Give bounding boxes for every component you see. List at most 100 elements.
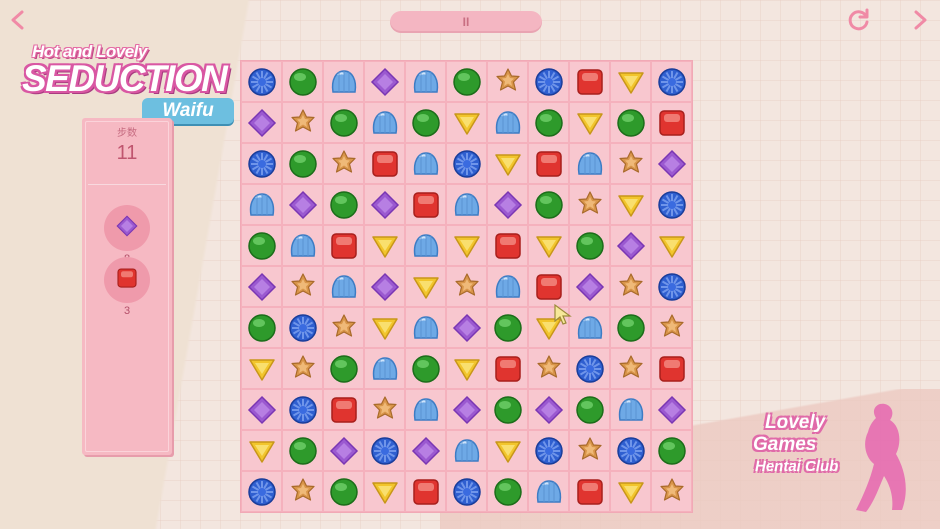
board-cell[interactable] <box>528 102 569 143</box>
board-cell[interactable] <box>487 61 528 102</box>
board-cell[interactable] <box>323 348 364 389</box>
board-cell[interactable] <box>364 389 405 430</box>
board-cell[interactable] <box>651 225 692 266</box>
board-cell[interactable] <box>610 225 651 266</box>
board-cell[interactable] <box>241 430 282 471</box>
board-cell[interactable] <box>282 61 323 102</box>
board-cell[interactable] <box>241 471 282 512</box>
board-cell[interactable] <box>282 266 323 307</box>
pause-button[interactable]: II <box>390 11 542 33</box>
board-cell[interactable] <box>651 471 692 512</box>
board-cell[interactable] <box>610 430 651 471</box>
board-cell[interactable] <box>405 389 446 430</box>
board-cell[interactable] <box>610 307 651 348</box>
board-cell[interactable] <box>405 471 446 512</box>
board-cell[interactable] <box>651 266 692 307</box>
board-cell[interactable] <box>446 102 487 143</box>
board-cell[interactable] <box>569 102 610 143</box>
board-cell[interactable] <box>610 348 651 389</box>
board-cell[interactable] <box>528 143 569 184</box>
board-cell[interactable] <box>446 430 487 471</box>
board-cell[interactable] <box>446 225 487 266</box>
board-cell[interactable] <box>569 348 610 389</box>
board-cell[interactable] <box>651 307 692 348</box>
board-cell[interactable] <box>651 348 692 389</box>
board-cell[interactable] <box>282 225 323 266</box>
board-cell[interactable] <box>323 61 364 102</box>
board-cell[interactable] <box>405 143 446 184</box>
board-cell[interactable] <box>323 266 364 307</box>
board-cell[interactable] <box>364 225 405 266</box>
board-cell[interactable] <box>528 389 569 430</box>
restart-button[interactable] <box>845 6 873 34</box>
board-cell[interactable] <box>446 184 487 225</box>
board-cell[interactable] <box>364 266 405 307</box>
board-cell[interactable] <box>487 307 528 348</box>
board-cell[interactable] <box>446 348 487 389</box>
board-cell[interactable] <box>241 266 282 307</box>
board-cell[interactable] <box>241 61 282 102</box>
board-cell[interactable] <box>651 102 692 143</box>
board-cell[interactable] <box>323 430 364 471</box>
board-cell[interactable] <box>282 184 323 225</box>
board-cell[interactable] <box>610 266 651 307</box>
board-cell[interactable] <box>282 307 323 348</box>
board-cell[interactable] <box>569 389 610 430</box>
board-cell[interactable] <box>487 389 528 430</box>
board-cell[interactable] <box>323 102 364 143</box>
board-cell[interactable] <box>569 225 610 266</box>
board-cell[interactable] <box>569 61 610 102</box>
board-cell[interactable] <box>528 61 569 102</box>
board-cell[interactable] <box>282 471 323 512</box>
board-cell[interactable] <box>282 389 323 430</box>
board-cell[interactable] <box>364 307 405 348</box>
board-cell[interactable] <box>487 348 528 389</box>
board-cell[interactable] <box>323 184 364 225</box>
board-cell[interactable] <box>528 225 569 266</box>
board-cell[interactable] <box>405 307 446 348</box>
board-cell[interactable] <box>569 471 610 512</box>
board-cell[interactable] <box>282 430 323 471</box>
board-cell[interactable] <box>364 430 405 471</box>
board-cell[interactable] <box>487 471 528 512</box>
board-cell[interactable] <box>405 184 446 225</box>
board-cell[interactable] <box>241 143 282 184</box>
board-cell[interactable] <box>487 266 528 307</box>
board-cell[interactable] <box>446 266 487 307</box>
board-cell[interactable] <box>241 307 282 348</box>
board-cell[interactable] <box>528 430 569 471</box>
board-cell[interactable] <box>528 348 569 389</box>
board-cell[interactable] <box>282 143 323 184</box>
board-cell[interactable] <box>364 348 405 389</box>
board-cell[interactable] <box>528 266 569 307</box>
board-cell[interactable] <box>405 102 446 143</box>
board-cell[interactable] <box>323 225 364 266</box>
board-cell[interactable] <box>323 143 364 184</box>
board-cell[interactable] <box>610 61 651 102</box>
board-cell[interactable] <box>487 184 528 225</box>
board-cell[interactable] <box>610 389 651 430</box>
board-cell[interactable] <box>241 184 282 225</box>
board-cell[interactable] <box>487 143 528 184</box>
board-cell[interactable] <box>487 430 528 471</box>
board-cell[interactable] <box>651 184 692 225</box>
board-cell[interactable] <box>528 184 569 225</box>
board-cell[interactable] <box>446 61 487 102</box>
board-cell[interactable] <box>528 471 569 512</box>
board-cell[interactable] <box>569 143 610 184</box>
board-cell[interactable] <box>323 307 364 348</box>
board-cell[interactable] <box>282 102 323 143</box>
board-cell[interactable] <box>405 61 446 102</box>
board-cell[interactable] <box>241 225 282 266</box>
board-cell[interactable] <box>569 184 610 225</box>
board-cell[interactable] <box>323 389 364 430</box>
board-cell[interactable] <box>405 225 446 266</box>
board-cell[interactable] <box>241 102 282 143</box>
board-cell[interactable] <box>323 471 364 512</box>
board-cell[interactable] <box>446 307 487 348</box>
board-cell[interactable] <box>364 471 405 512</box>
board-cell[interactable] <box>487 225 528 266</box>
board-cell[interactable] <box>446 389 487 430</box>
board-cell[interactable] <box>569 430 610 471</box>
board-cell[interactable] <box>651 389 692 430</box>
